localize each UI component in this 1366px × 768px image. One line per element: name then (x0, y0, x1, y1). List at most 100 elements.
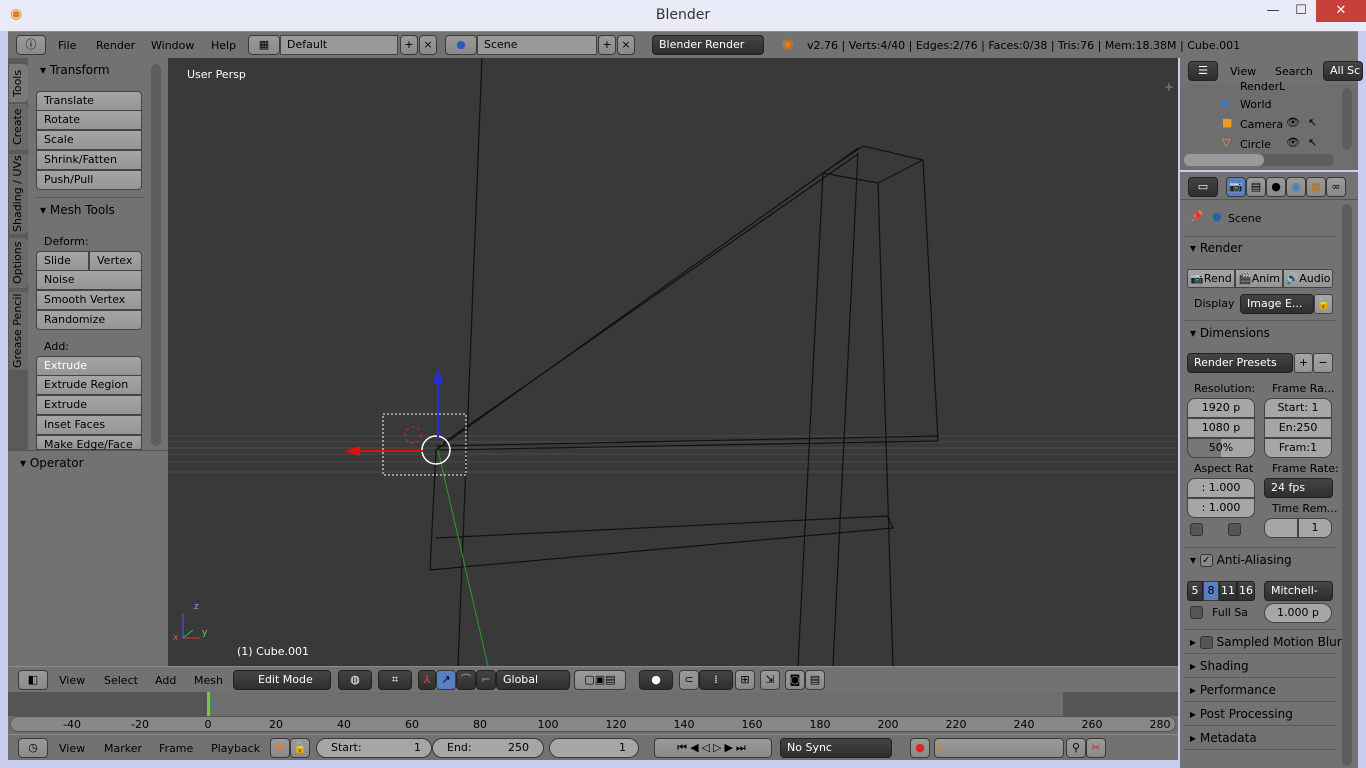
post-processing-panel-header[interactable]: ▸ Post Processing (1190, 707, 1293, 721)
inset-faces-button[interactable]: Inset Faces (36, 415, 142, 435)
render-panel-header[interactable]: ▾ Render (1190, 241, 1243, 255)
properties-scrollbar[interactable] (1342, 204, 1352, 766)
scale-button[interactable]: Scale (36, 130, 142, 150)
time-remap-new-field[interactable]: 1 (1298, 518, 1332, 538)
layout-grid-icon[interactable]: ▦ (248, 35, 280, 55)
frame-step-field[interactable]: Fram:1 (1264, 438, 1332, 458)
tab-shading-uvs[interactable]: Shading / UVs (9, 154, 28, 234)
rotate-manipulator-icon[interactable]: ⌒ (456, 670, 476, 690)
maximize-button[interactable]: ☐ (1286, 0, 1316, 22)
add-scene-button[interactable]: + (598, 35, 616, 55)
layout-field[interactable]: Default (280, 35, 398, 55)
insert-keyframe-icon[interactable]: ⚲ (1066, 738, 1086, 758)
tab-object-icon[interactable]: ■ (1306, 177, 1326, 197)
snap-magnet-icon[interactable]: ⊂ (679, 670, 699, 690)
aa-samples-11[interactable]: 11 (1219, 581, 1237, 601)
manipulator-toggle-icon[interactable]: ⅄ (418, 670, 436, 690)
scale-manipulator-icon[interactable]: ⌐ (476, 670, 496, 690)
push-pull-button[interactable]: Push/Pull (36, 170, 142, 190)
transform-orientation-dropdown[interactable]: Global (496, 670, 570, 690)
menu-help[interactable]: Help (211, 39, 236, 52)
viewport-shading-icon[interactable]: ◍ (338, 670, 372, 690)
time-remap-old-field[interactable] (1264, 518, 1298, 538)
start-frame-field[interactable]: Start: 1 (316, 738, 432, 758)
scene-icon[interactable]: ● (445, 35, 477, 55)
toolshelf-scrollbar[interactable] (151, 64, 161, 446)
proportional-edit-icon[interactable]: ● (639, 670, 673, 690)
crop-checkbox[interactable] (1228, 523, 1241, 536)
timeline-scrollbar[interactable] (10, 716, 1176, 732)
aa-samples-5[interactable]: 5 (1187, 581, 1203, 601)
extrude-dropdown[interactable]: Extrude (36, 356, 142, 376)
scene-field[interactable]: Scene (477, 35, 597, 55)
minimize-button[interactable]: — (1258, 0, 1288, 22)
menu-playback[interactable]: Playback (211, 742, 260, 755)
menu-marker[interactable]: Marker (104, 742, 142, 755)
tab-render-layers-icon[interactable]: ▤ (1246, 177, 1266, 197)
add-preset-button[interactable]: + (1294, 353, 1313, 373)
properties-editor-icon[interactable]: ▭ (1188, 177, 1218, 197)
3d-cursor-icon[interactable] (404, 426, 422, 444)
slide-vertex-button[interactable]: Vertex (89, 251, 142, 271)
performance-panel-header[interactable]: ▸ Performance (1190, 683, 1276, 697)
aa-samples-16[interactable]: 16 (1237, 581, 1255, 601)
close-button[interactable]: ✕ (1316, 0, 1366, 22)
render-presets-dropdown[interactable]: Render Presets (1187, 353, 1293, 373)
tab-tools[interactable]: Tools (9, 64, 28, 102)
sync-dropdown[interactable]: No Sync (780, 738, 892, 758)
resolution-x-field[interactable]: 1920 p (1187, 398, 1255, 418)
select-mode-icons[interactable]: ▢▣▤ (574, 670, 626, 690)
dimensions-panel-header[interactable]: ▾ Dimensions (1190, 326, 1270, 340)
visibility-eye-icon[interactable]: 👁 (1286, 136, 1300, 149)
tab-options[interactable]: Options (9, 238, 28, 288)
timeline-editor-clock-icon[interactable]: ◷ (18, 738, 48, 758)
shrink-fatten-button[interactable]: Shrink/Fatten (36, 150, 142, 170)
outliner-item-circle[interactable]: Circle (1240, 138, 1271, 151)
end-frame-field[interactable]: End: 250 (432, 738, 544, 758)
aa-filter-dropdown[interactable]: Mitchell- (1264, 581, 1333, 601)
menu-add[interactable]: Add (155, 674, 176, 687)
visibility-eye-icon[interactable]: 👁 (1286, 116, 1300, 129)
filter-size-field[interactable]: 1.000 p (1264, 603, 1332, 623)
translate-button[interactable]: Translate (36, 91, 142, 111)
outliner-h-scrollbar[interactable] (1184, 154, 1334, 166)
motion-blur-checkbox[interactable] (1199, 636, 1213, 649)
outliner-item-world[interactable]: World (1240, 98, 1272, 111)
menu-mesh[interactable]: Mesh (194, 674, 223, 687)
pin-icon[interactable]: 📌 (1190, 210, 1204, 223)
make-edge-face-button[interactable]: Make Edge/Face (36, 435, 142, 451)
randomize-button[interactable]: Randomize (36, 310, 142, 330)
keying-set-field[interactable]: ⚷ (934, 738, 1064, 758)
selectable-cursor-icon[interactable]: ↖ (1308, 116, 1317, 129)
mode-dropdown[interactable]: Edit Mode (233, 670, 331, 690)
aa-samples-8[interactable]: 8 (1203, 581, 1219, 601)
info-editor-type-button[interactable]: ⓘ (16, 35, 46, 55)
occlude-geometry-icon[interactable]: ⇲ (760, 670, 780, 690)
menu-view[interactable]: View (59, 674, 85, 687)
z-arrow-head-icon[interactable] (433, 368, 443, 384)
snap-target-icon[interactable]: ⊞ (735, 670, 755, 690)
menu-render[interactable]: Render (96, 39, 135, 52)
selectable-cursor-icon[interactable]: ↖ (1308, 136, 1317, 149)
remove-layout-button[interactable]: × (419, 35, 437, 55)
remove-preset-button[interactable]: − (1313, 353, 1333, 373)
properties-toggle-icon[interactable]: + (1164, 80, 1174, 94)
frame-end-field[interactable]: En:250 (1264, 418, 1332, 438)
translate-manipulator-icon[interactable]: ↗ (436, 670, 456, 690)
frame-start-field[interactable]: Start: 1 (1264, 398, 1332, 418)
lock-interface-icon[interactable]: 🔓 (1314, 294, 1333, 314)
render-animation-button[interactable]: 🎬Anim (1235, 269, 1283, 288)
render-still-icon[interactable]: ◙ (785, 670, 805, 690)
resolution-percentage-slider[interactable]: 50% (1187, 438, 1255, 458)
render-engine-dropdown[interactable]: Blender Render (652, 35, 764, 55)
3d-viewport[interactable]: User Persp (1) Cube.001 z y x + (168, 58, 1178, 666)
tab-create[interactable]: Create (9, 104, 28, 150)
outliner-filter-dropdown[interactable]: All Sc (1323, 61, 1363, 81)
smooth-vertex-button[interactable]: Smooth Vertex (36, 290, 142, 310)
outliner-v-scrollbar[interactable] (1342, 88, 1352, 150)
anti-aliasing-panel-header[interactable]: ▾ ✓ Anti-Aliasing (1190, 553, 1292, 567)
outliner-item-renderlayers[interactable]: RenderL (1240, 80, 1285, 90)
noise-button[interactable]: Noise (36, 270, 142, 290)
playback-controls[interactable]: ⏮◀◁▷▶⏭ (654, 738, 772, 758)
metadata-panel-header[interactable]: ▸ Metadata (1190, 731, 1257, 745)
